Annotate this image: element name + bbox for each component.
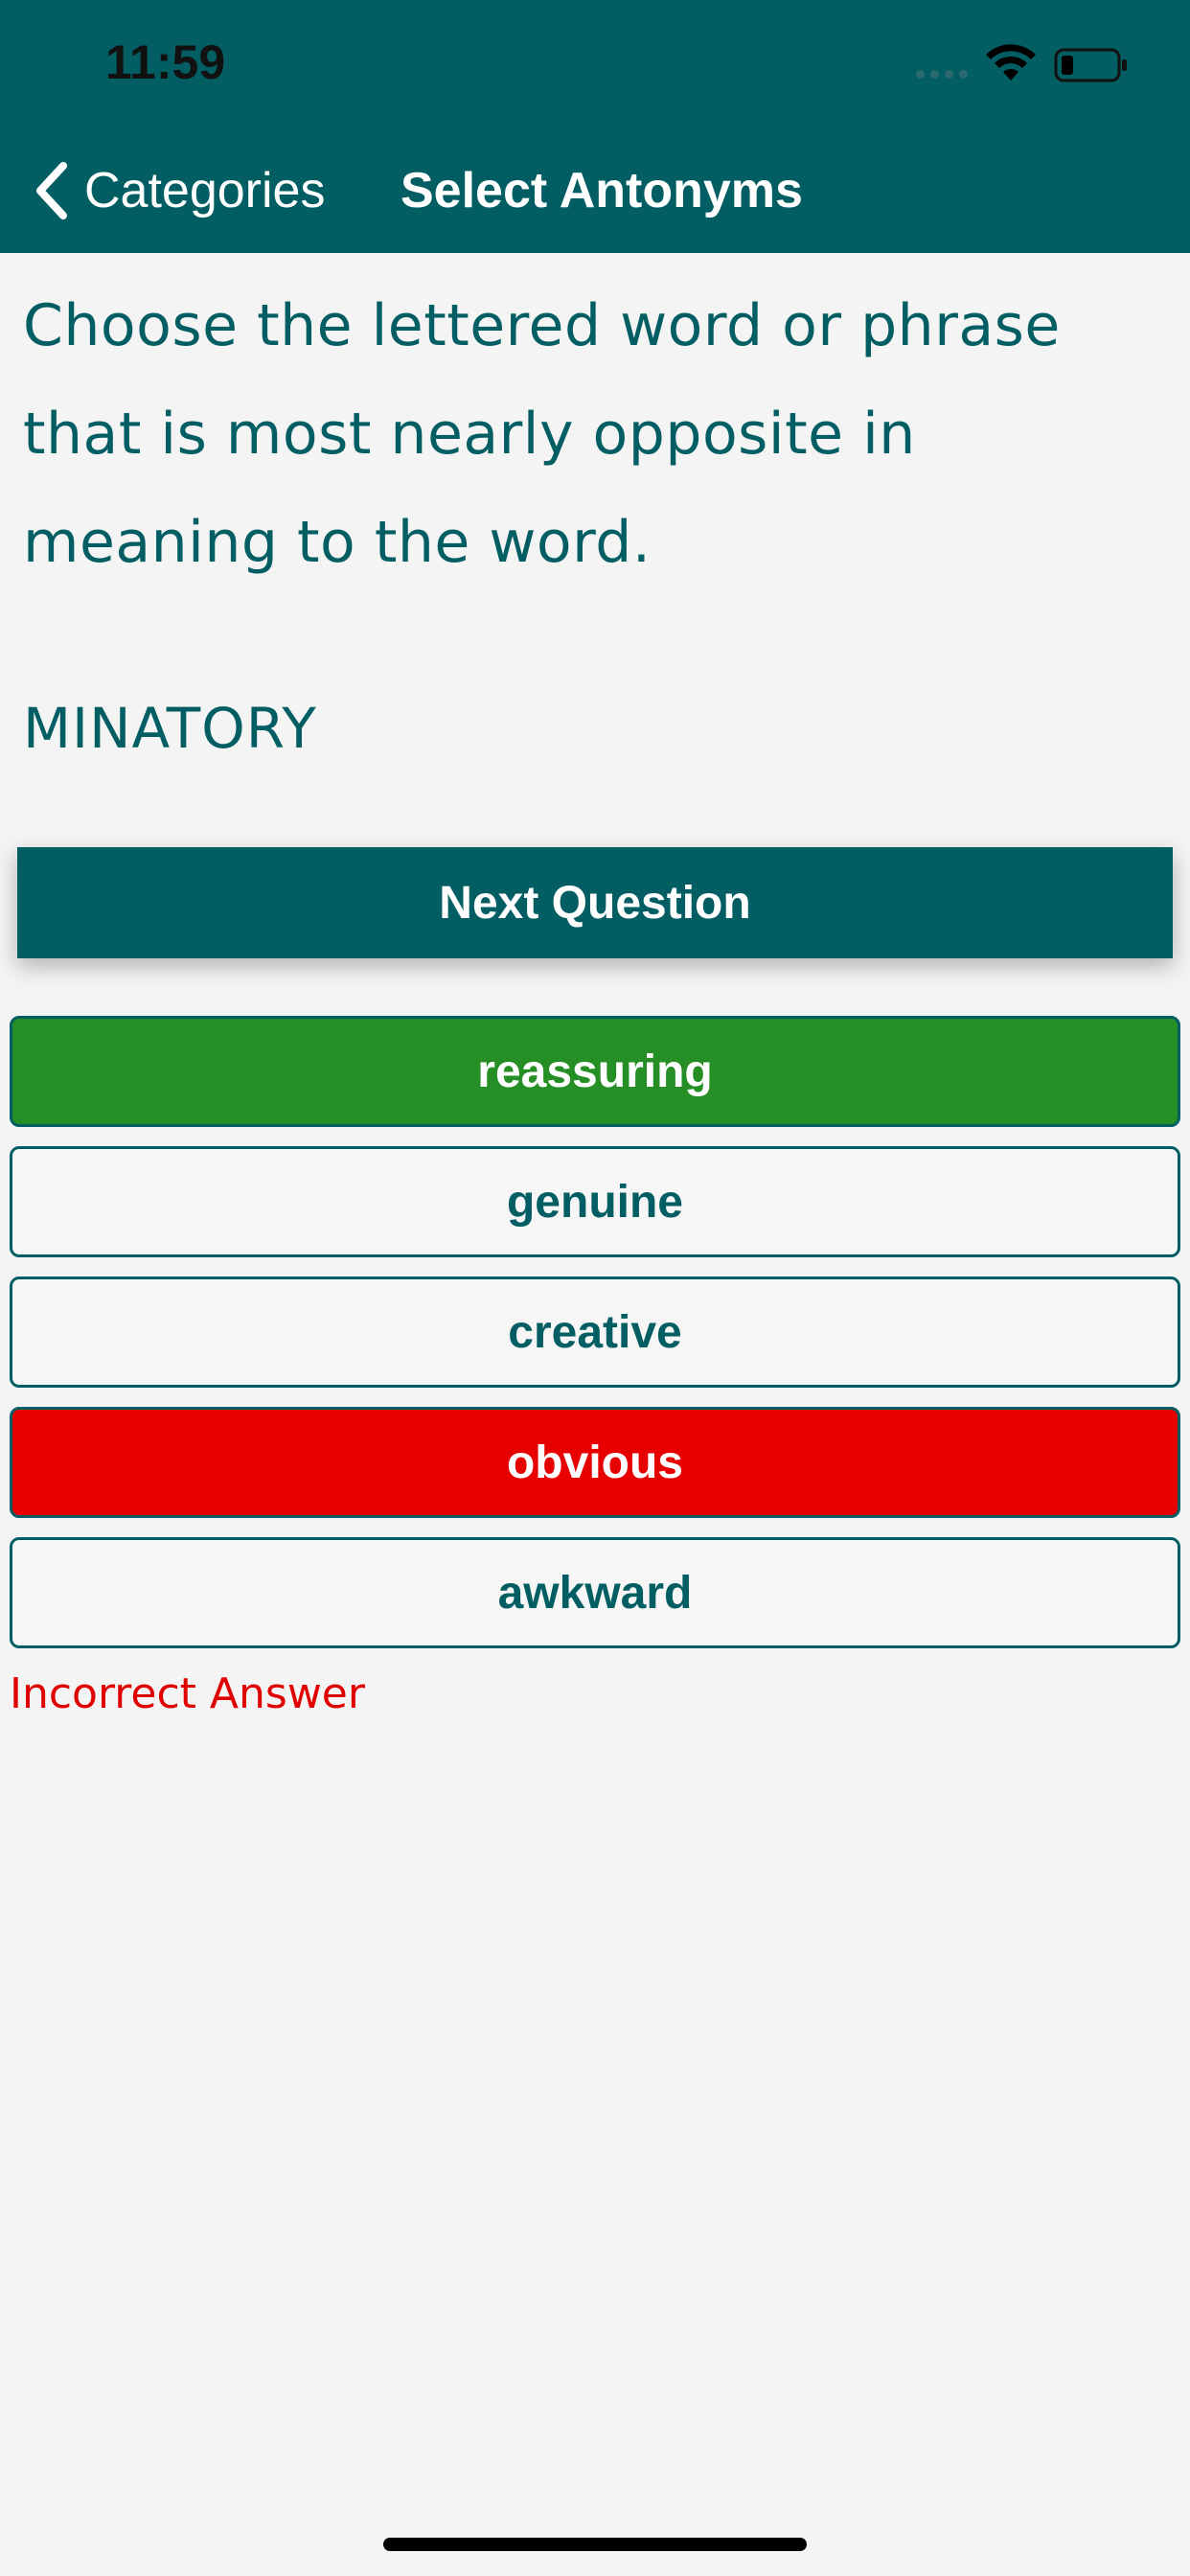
answer-option[interactable]: awkward xyxy=(10,1537,1180,1648)
answer-option[interactable]: reassuring xyxy=(10,1016,1180,1127)
question-instructions: Choose the lettered word or phrase that … xyxy=(23,292,1061,576)
navigation-bar: Categories Select Antonyms xyxy=(0,128,1190,253)
status-bar: 11:59 xyxy=(0,0,1190,128)
status-time: 11:59 xyxy=(105,35,226,89)
question-word: MINATORY xyxy=(23,696,317,761)
answer-options: reassuring genuine creative obvious awkw… xyxy=(10,1016,1180,1668)
page-title: Select Antonyms xyxy=(400,163,803,218)
feedback-message: Incorrect Answer xyxy=(10,1669,365,1718)
answer-option[interactable]: obvious xyxy=(10,1407,1180,1518)
answer-option[interactable]: creative xyxy=(10,1276,1180,1388)
answer-option[interactable]: genuine xyxy=(10,1146,1180,1257)
back-label: Categories xyxy=(84,163,326,218)
chevron-left-icon xyxy=(36,162,67,219)
signal-dots-icon xyxy=(916,70,970,80)
back-button[interactable]: Categories xyxy=(33,157,325,224)
next-question-button[interactable]: Next Question xyxy=(17,847,1173,958)
battery-icon xyxy=(1054,48,1127,82)
wifi-icon xyxy=(986,44,1036,80)
home-indicator xyxy=(383,2538,807,2551)
